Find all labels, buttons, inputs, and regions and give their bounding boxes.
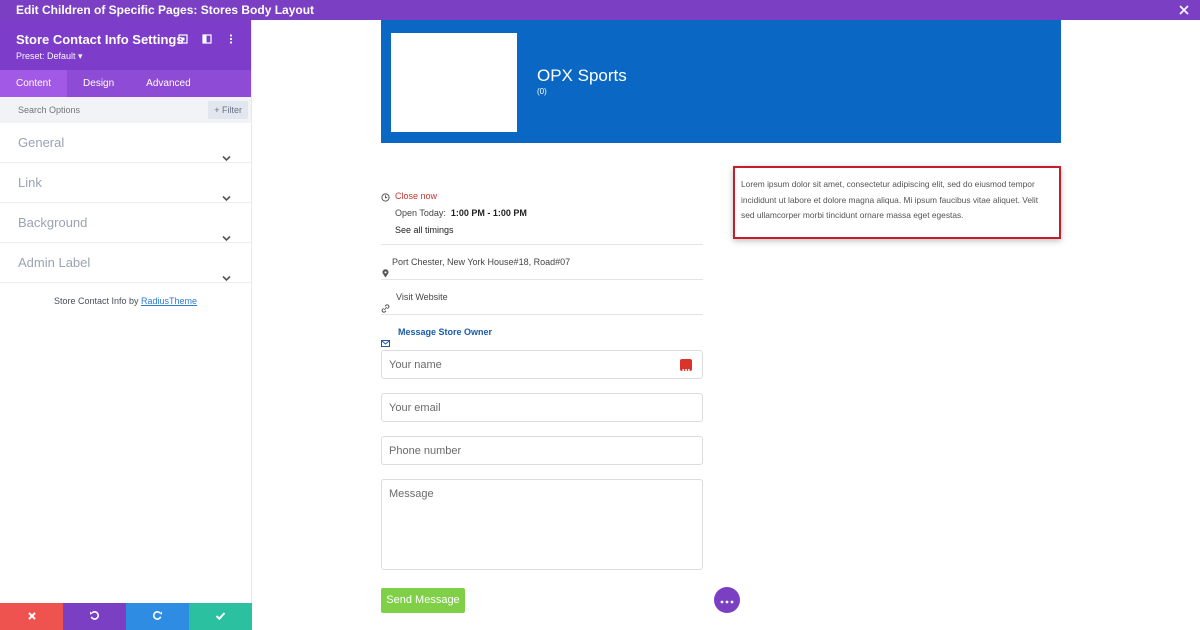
panel-action-bar bbox=[0, 603, 252, 630]
toggle-admin-label[interactable]: Admin Label bbox=[0, 243, 251, 283]
toggle-label: General bbox=[18, 135, 65, 150]
filter-label: Filter bbox=[222, 105, 242, 115]
more-options-icon[interactable] bbox=[225, 32, 239, 46]
store-website[interactable]: Visit Website bbox=[381, 280, 703, 315]
checkmark-icon bbox=[215, 608, 226, 626]
open-today-time: 1:00 PM - 1:00 PM bbox=[450, 208, 527, 218]
sidebar-layout-icon[interactable] bbox=[201, 32, 215, 46]
builder-top-bar: Edit Children of Specific Pages: Stores … bbox=[0, 0, 1200, 20]
settings-tabs: Content Design Advanced bbox=[0, 70, 251, 97]
message-store-owner: Message Store Owner bbox=[381, 315, 703, 349]
clock-icon bbox=[381, 193, 390, 202]
save-button[interactable] bbox=[189, 603, 252, 630]
name-placeholder: Your name bbox=[389, 359, 442, 371]
tab-content[interactable]: Content bbox=[0, 70, 68, 97]
message-field[interactable]: Message bbox=[381, 479, 703, 570]
store-hours: Close now Open Today: 1:00 PM - 1:00 PM … bbox=[381, 184, 703, 245]
panel-header: Store Contact Info Settings Preset: Defa… bbox=[0, 20, 251, 70]
tab-advanced[interactable]: Advanced bbox=[130, 70, 206, 97]
builder-title: Edit Children of Specific Pages: Stores … bbox=[16, 3, 315, 17]
envelope-icon bbox=[381, 328, 390, 347]
discard-button[interactable] bbox=[0, 603, 63, 630]
store-description: Lorem ipsum dolor sit amet, consectetur … bbox=[733, 166, 1061, 239]
email-field[interactable]: Your email bbox=[381, 393, 703, 422]
website-link[interactable]: Visit Website bbox=[392, 292, 448, 302]
chevron-down-icon bbox=[222, 259, 231, 282]
send-message-button[interactable]: Send Message bbox=[381, 588, 465, 613]
chevron-down-icon bbox=[222, 219, 231, 242]
preset-selector[interactable]: Preset: Default ▾ bbox=[16, 51, 235, 62]
credit-prefix: Store Contact Info by bbox=[53, 296, 139, 306]
page-preview: OPX Sports (0) Close now Open Today: 1:0… bbox=[253, 20, 1200, 630]
message-heading: Message Store Owner bbox=[398, 327, 493, 337]
toggle-general[interactable]: General bbox=[0, 123, 251, 163]
toggle-label: Link bbox=[18, 175, 42, 190]
close-icon bbox=[27, 608, 37, 626]
email-placeholder: Your email bbox=[389, 402, 441, 414]
chevron-down-icon bbox=[222, 139, 231, 162]
search-row: + Filter bbox=[0, 97, 251, 123]
plus-icon: + bbox=[214, 105, 222, 115]
credit-link[interactable]: RadiusTheme bbox=[141, 296, 197, 306]
open-today-label: Open Today: bbox=[395, 208, 446, 218]
close-icon[interactable] bbox=[1178, 0, 1192, 20]
store-name: OPX Sports bbox=[537, 66, 627, 85]
redo-button[interactable] bbox=[126, 603, 189, 630]
status-badge: Close now bbox=[395, 191, 438, 201]
more-horizontal-icon bbox=[720, 591, 734, 609]
store-contact-info: Close now Open Today: 1:00 PM - 1:00 PM … bbox=[381, 184, 703, 349]
expand-icon[interactable] bbox=[177, 32, 191, 46]
message-placeholder: Message bbox=[389, 488, 434, 500]
store-banner: OPX Sports (0) bbox=[381, 20, 1061, 143]
tab-design[interactable]: Design bbox=[67, 70, 130, 97]
search-options-input[interactable] bbox=[0, 97, 180, 115]
autofill-icon[interactable] bbox=[680, 359, 692, 371]
undo-icon bbox=[89, 608, 100, 626]
module-credit: Store Contact Info by RadiusTheme bbox=[0, 296, 251, 306]
toggle-label: Admin Label bbox=[18, 255, 91, 270]
filter-button[interactable]: + Filter bbox=[208, 101, 248, 119]
settings-panel: Store Contact Info Settings Preset: Defa… bbox=[0, 20, 252, 630]
undo-button[interactable] bbox=[63, 603, 126, 630]
phone-field[interactable]: Phone number bbox=[381, 436, 703, 465]
link-icon bbox=[381, 293, 390, 313]
name-field[interactable]: Your name bbox=[381, 350, 703, 379]
toggle-label: Background bbox=[18, 215, 88, 230]
rating-count: (0) bbox=[537, 87, 547, 96]
store-address: Port Chester, New York House#18, Road#07 bbox=[381, 245, 703, 280]
all-timings-link[interactable]: See all timings bbox=[395, 225, 703, 235]
open-today: Open Today: 1:00 PM - 1:00 PM bbox=[395, 208, 703, 218]
page-settings-button[interactable] bbox=[714, 587, 740, 613]
redo-icon bbox=[152, 608, 163, 626]
phone-placeholder: Phone number bbox=[389, 445, 462, 457]
address-text: Port Chester, New York House#18, Road#07 bbox=[392, 257, 571, 267]
store-logo bbox=[391, 33, 517, 132]
chevron-down-icon bbox=[222, 179, 231, 202]
toggle-background[interactable]: Background bbox=[0, 203, 251, 243]
map-pin-icon bbox=[381, 258, 390, 278]
toggle-link[interactable]: Link bbox=[0, 163, 251, 203]
